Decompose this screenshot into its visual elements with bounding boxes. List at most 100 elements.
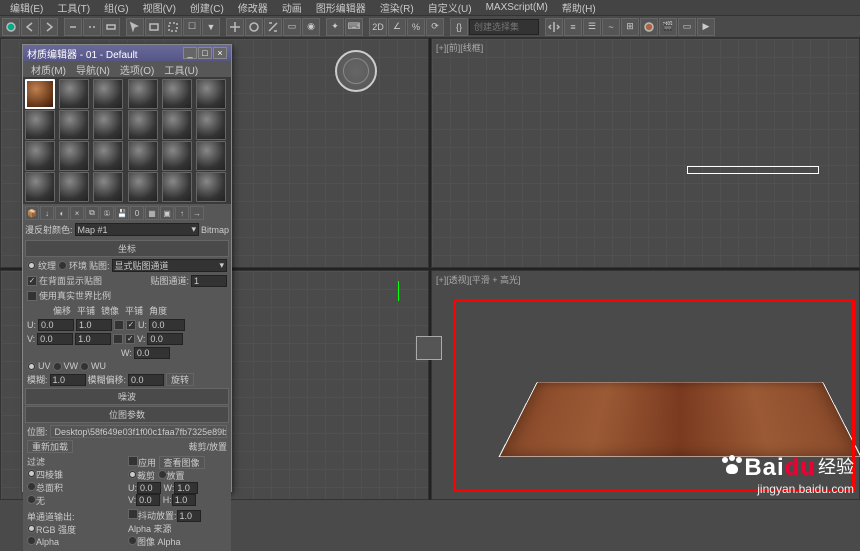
rollout-coordinates[interactable]: 坐标 bbox=[25, 240, 229, 257]
material-id-icon[interactable]: 0 bbox=[130, 206, 144, 220]
sat-radio[interactable] bbox=[27, 482, 36, 491]
u-tile-spinner[interactable] bbox=[76, 319, 112, 331]
material-slot[interactable] bbox=[128, 110, 158, 140]
material-slot[interactable] bbox=[162, 79, 192, 109]
rotate-button[interactable]: 旋转 bbox=[166, 373, 194, 386]
show-on-back-check[interactable] bbox=[27, 276, 37, 286]
material-slot[interactable] bbox=[162, 172, 192, 202]
move-icon[interactable] bbox=[226, 18, 244, 36]
w-angle-spinner[interactable] bbox=[134, 347, 170, 359]
menu-create[interactable]: 创建(C) bbox=[184, 0, 230, 15]
get-material-icon[interactable]: 📦 bbox=[25, 206, 39, 220]
edit-named-sel-icon[interactable]: {} bbox=[450, 18, 468, 36]
render-setup-icon[interactable]: 🎬 bbox=[659, 18, 677, 36]
select-name-icon[interactable] bbox=[145, 18, 163, 36]
menu-group[interactable]: 组(G) bbox=[98, 0, 134, 15]
v-tile-spinner[interactable] bbox=[75, 333, 111, 345]
keyboard-icon[interactable]: ⌨ bbox=[345, 18, 363, 36]
reload-button[interactable]: 重新加载 bbox=[27, 440, 73, 453]
filter-icon[interactable]: ▼ bbox=[202, 18, 220, 36]
go-parent-icon[interactable]: ↑ bbox=[175, 206, 189, 220]
viewcube-small[interactable] bbox=[416, 336, 442, 360]
rotate-icon[interactable] bbox=[245, 18, 263, 36]
logo-icon[interactable] bbox=[2, 18, 20, 36]
make-unique-icon[interactable]: ① bbox=[100, 206, 114, 220]
unlink-icon[interactable] bbox=[83, 18, 101, 36]
main-menubar[interactable]: 编辑(E) 工具(T) 组(G) 视图(V) 创建(C) 修改器 动画 图形编辑… bbox=[0, 0, 860, 16]
render-frame-icon[interactable]: ▭ bbox=[678, 18, 696, 36]
view-image-button[interactable]: 查看图像 bbox=[159, 456, 205, 469]
crop-u-spinner[interactable] bbox=[137, 482, 161, 494]
viewport-front[interactable]: [+][前][线框] bbox=[431, 38, 860, 268]
curve-editor-icon[interactable]: ~ bbox=[602, 18, 620, 36]
menu-animation[interactable]: 动画 bbox=[276, 0, 308, 15]
material-slot[interactable] bbox=[25, 141, 55, 171]
percent-snap-icon[interactable]: % bbox=[407, 18, 425, 36]
menu-view[interactable]: 视图(V) bbox=[137, 0, 182, 15]
close-icon[interactable]: × bbox=[213, 47, 227, 59]
render-icon[interactable]: ▶ bbox=[697, 18, 715, 36]
material-slot[interactable] bbox=[93, 110, 123, 140]
material-slot[interactable] bbox=[59, 172, 89, 202]
reset-map-icon[interactable]: × bbox=[70, 206, 84, 220]
show-end-icon[interactable]: ▣ bbox=[160, 206, 174, 220]
mat-menu-material[interactable]: 材质(M) bbox=[27, 62, 70, 77]
material-slot[interactable] bbox=[93, 141, 123, 171]
material-slot[interactable] bbox=[59, 110, 89, 140]
snap-icon[interactable]: 2D bbox=[369, 18, 387, 36]
material-editor-icon[interactable] bbox=[640, 18, 658, 36]
menu-modifiers[interactable]: 修改器 bbox=[232, 0, 274, 15]
environ-radio[interactable] bbox=[58, 261, 67, 270]
manipulate-icon[interactable]: ✦ bbox=[326, 18, 344, 36]
alpha-radio[interactable] bbox=[27, 536, 36, 545]
material-slot[interactable] bbox=[162, 141, 192, 171]
spinner-snap-icon[interactable]: ⟳ bbox=[426, 18, 444, 36]
go-sibling-icon[interactable]: → bbox=[190, 206, 204, 220]
material-editor-titlebar[interactable]: 材质编辑器 - 01 - Default _ □ × bbox=[23, 45, 231, 61]
material-slot[interactable] bbox=[25, 110, 55, 140]
apply-check[interactable] bbox=[128, 456, 138, 466]
wu-radio[interactable] bbox=[80, 362, 89, 371]
undo-icon[interactable] bbox=[21, 18, 39, 36]
menu-custom[interactable]: 自定义(U) bbox=[422, 0, 478, 15]
menu-tools[interactable]: 工具(T) bbox=[51, 0, 96, 15]
jitter-spinner[interactable] bbox=[177, 510, 201, 522]
schematic-icon[interactable]: ⊞ bbox=[621, 18, 639, 36]
u-mirror-check[interactable] bbox=[114, 320, 124, 330]
link-icon[interactable] bbox=[64, 18, 82, 36]
named-selection-input[interactable] bbox=[469, 19, 539, 35]
bitmap-path-button[interactable]: Desktop\58f649e03f1f00c1faa7fb7325e89b_6… bbox=[50, 425, 227, 438]
mat-menu-tools[interactable]: 工具(U) bbox=[160, 62, 202, 77]
angle-snap-icon[interactable]: ∠ bbox=[388, 18, 406, 36]
window-crossing-icon[interactable]: ☐ bbox=[183, 18, 201, 36]
texture-radio[interactable] bbox=[27, 261, 36, 270]
layers-icon[interactable]: ☰ bbox=[583, 18, 601, 36]
map-name-dropdown[interactable]: Map #1▾ bbox=[75, 223, 199, 236]
viewcube-indicator[interactable] bbox=[335, 50, 377, 92]
wood-plane-object[interactable] bbox=[498, 382, 860, 457]
u-offset-spinner[interactable] bbox=[38, 319, 74, 331]
redo-icon[interactable] bbox=[40, 18, 58, 36]
v-angle-spinner[interactable] bbox=[147, 333, 183, 345]
material-slot[interactable] bbox=[196, 172, 226, 202]
crop-w-spinner[interactable] bbox=[174, 482, 198, 494]
mat-menu-nav[interactable]: 导航(N) bbox=[72, 62, 114, 77]
v-tile-check[interactable] bbox=[125, 334, 135, 344]
u-tile-check[interactable] bbox=[126, 320, 136, 330]
blur-spinner[interactable] bbox=[50, 374, 86, 386]
crop-v-spinner[interactable] bbox=[136, 494, 160, 506]
u-angle-spinner[interactable] bbox=[149, 319, 185, 331]
mat-menu-options[interactable]: 选项(O) bbox=[116, 62, 158, 77]
pyramidal-radio[interactable] bbox=[27, 469, 36, 478]
menu-graph[interactable]: 图形编辑器 bbox=[310, 0, 372, 15]
material-slot[interactable] bbox=[128, 141, 158, 171]
v-offset-spinner[interactable] bbox=[37, 333, 73, 345]
material-slot[interactable] bbox=[196, 110, 226, 140]
material-slot[interactable] bbox=[128, 172, 158, 202]
rollout-noise[interactable]: 噪波 bbox=[25, 388, 229, 405]
ref-coord-icon[interactable]: ▭ bbox=[283, 18, 301, 36]
material-slot[interactable] bbox=[93, 79, 123, 109]
image-alpha-radio[interactable] bbox=[128, 536, 137, 545]
crop-radio[interactable] bbox=[128, 470, 137, 479]
blur-offset-spinner[interactable] bbox=[128, 374, 164, 386]
